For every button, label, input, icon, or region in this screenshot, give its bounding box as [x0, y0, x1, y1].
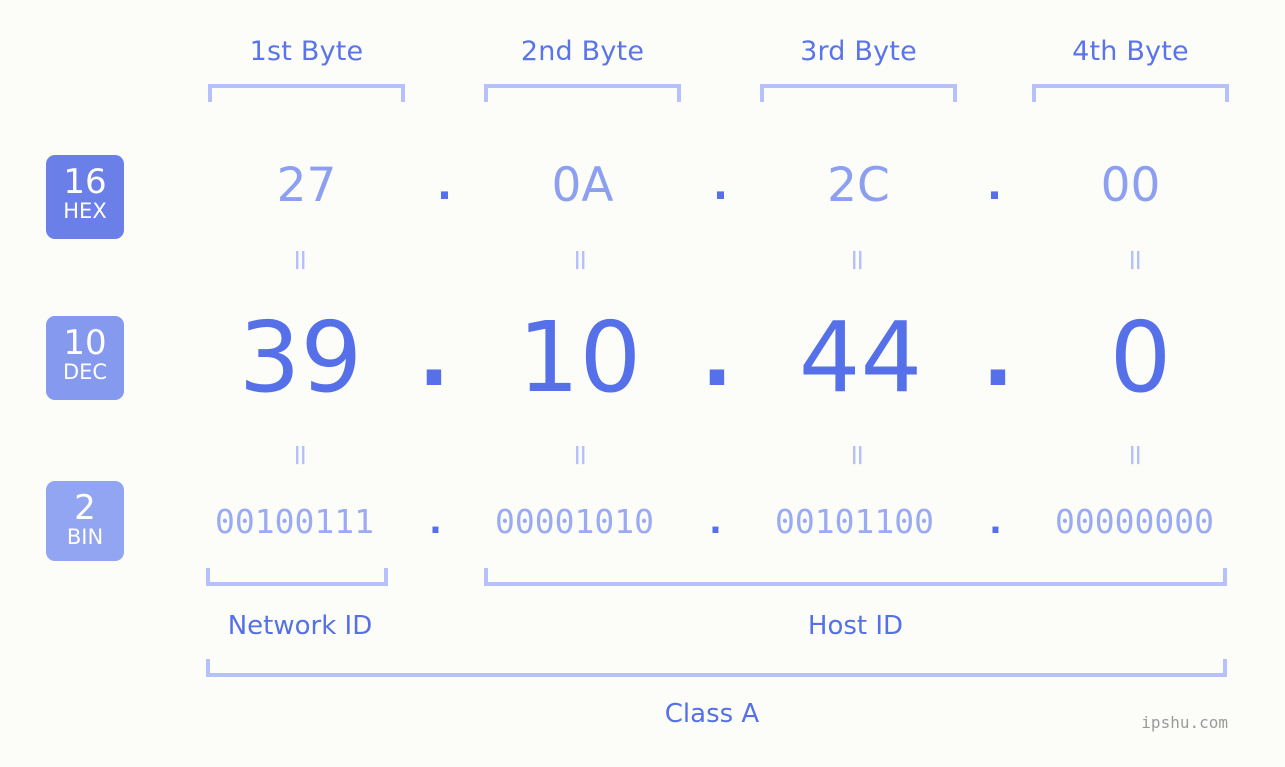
bin-byte-3: 00101100 — [775, 502, 934, 541]
dec-byte-4: 0 — [1109, 301, 1172, 414]
equals-icon-hex-dec-3: = — [841, 247, 875, 273]
equals-icon-dec-bin-3: = — [841, 442, 875, 468]
base-badge-hex-number: 16 — [63, 162, 107, 202]
base-badge-bin: 2 BIN — [46, 481, 124, 561]
equals-icon-dec-bin-1: = — [284, 442, 318, 468]
dec-separator-3: . — [982, 310, 1014, 405]
dec-byte-3: 44 — [798, 301, 923, 414]
bin-separator-2: . — [709, 502, 722, 542]
equals-icon-hex-dec-2: = — [564, 247, 598, 273]
ip-address-breakdown-diagram: 1st Byte 2nd Byte 3rd Byte 4th Byte 16 H… — [0, 0, 1285, 767]
bin-byte-4: 00000000 — [1055, 502, 1214, 541]
dec-separator-2: . — [701, 310, 733, 405]
byte-header-4: 4th Byte — [1072, 36, 1189, 67]
hex-byte-1: 27 — [276, 158, 337, 213]
bin-byte-2: 00001010 — [495, 502, 654, 541]
byte-header-2: 2nd Byte — [520, 36, 645, 67]
dec-separator-1: . — [418, 310, 450, 405]
base-badge-dec: 10 DEC — [46, 316, 124, 400]
base-badge-hex: 16 HEX — [46, 155, 124, 239]
host-id-bracket — [484, 568, 1227, 586]
base-badge-bin-number: 2 — [74, 488, 96, 528]
hex-separator-3: . — [986, 163, 1003, 209]
byte-bracket-3 — [760, 84, 957, 102]
dec-byte-2: 10 — [517, 301, 642, 414]
network-id-label: Network ID — [227, 611, 373, 641]
byte-header-3: 3rd Byte — [800, 36, 917, 67]
byte-bracket-1 — [208, 84, 405, 102]
network-id-bracket — [206, 568, 388, 586]
bin-byte-1: 00100111 — [215, 502, 374, 541]
byte-bracket-2 — [484, 84, 681, 102]
watermark: ipshu.com — [1141, 713, 1228, 732]
byte-header-1: 1st Byte — [249, 36, 364, 67]
class-bracket — [206, 659, 1227, 677]
base-badge-dec-number: 10 — [63, 323, 107, 363]
hex-separator-2: . — [712, 163, 729, 209]
class-label: Class A — [664, 699, 760, 729]
hex-byte-3: 2C — [827, 158, 890, 213]
equals-icon-dec-bin-4: = — [1119, 442, 1153, 468]
byte-bracket-4 — [1032, 84, 1229, 102]
host-id-label: Host ID — [807, 611, 904, 641]
equals-icon-hex-dec-4: = — [1119, 247, 1153, 273]
dec-byte-1: 39 — [238, 301, 363, 414]
equals-icon-hex-dec-1: = — [284, 247, 318, 273]
hex-byte-4: 00 — [1100, 158, 1161, 213]
base-badge-dec-abbr: DEC — [62, 360, 108, 384]
equals-icon-dec-bin-2: = — [564, 442, 598, 468]
bin-separator-1: . — [429, 502, 442, 542]
hex-separator-1: . — [436, 163, 453, 209]
bin-separator-3: . — [989, 502, 1002, 542]
base-badge-hex-abbr: HEX — [63, 199, 107, 223]
hex-byte-2: 0A — [551, 158, 614, 213]
base-badge-bin-abbr: BIN — [66, 525, 104, 549]
